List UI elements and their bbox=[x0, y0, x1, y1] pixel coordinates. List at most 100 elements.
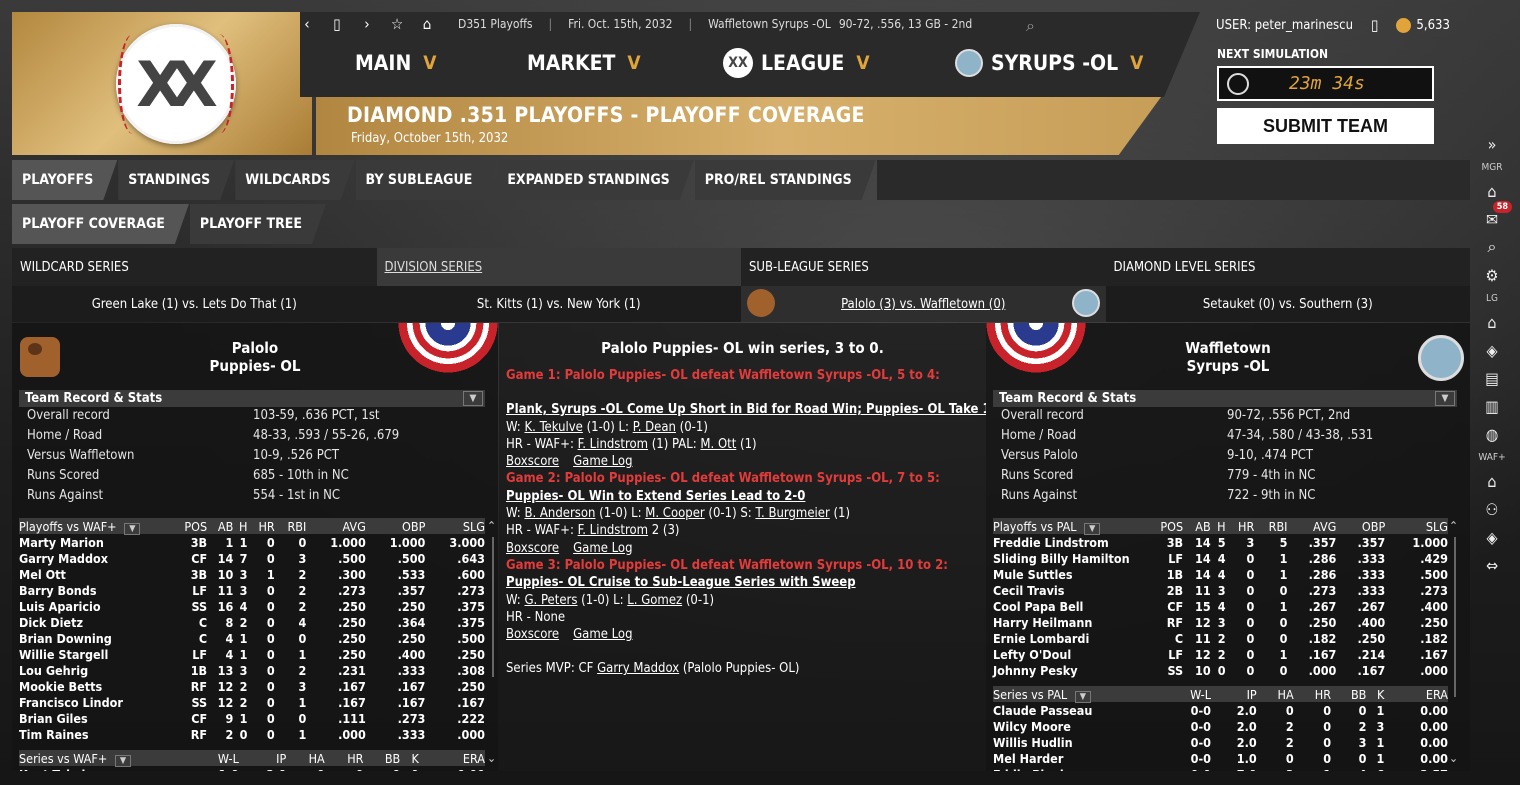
column-header[interactable]: AB bbox=[207, 518, 233, 534]
roster-icon[interactable]: ⚇ bbox=[1480, 497, 1504, 521]
home-run-player-link[interactable]: F. Lindstrom bbox=[578, 523, 648, 538]
player-name[interactable]: Garry Maddox bbox=[19, 550, 169, 566]
column-header[interactable]: HR bbox=[248, 518, 274, 534]
boxscore-link[interactable]: Boxscore bbox=[506, 541, 559, 556]
home-icon[interactable]: ⌂ bbox=[1480, 179, 1504, 203]
game-headline-link[interactable]: Puppies- OL Cruise to Sub-League Series … bbox=[506, 574, 986, 591]
team-location-icon[interactable]: ◈ bbox=[1480, 525, 1504, 549]
winning-pitcher-link[interactable]: B. Anderson bbox=[524, 506, 595, 521]
game-log-link[interactable]: Game Log bbox=[573, 454, 632, 469]
column-header[interactable]: BB bbox=[364, 750, 400, 766]
column-header[interactable]: RBI bbox=[1254, 518, 1288, 534]
menu-main[interactable]: MAIN V bbox=[355, 48, 527, 78]
tab-standings[interactable]: STANDINGS bbox=[118, 160, 234, 200]
column-header[interactable]: OBP bbox=[366, 518, 425, 534]
breadcrumb-team[interactable]: Waffletown Syrups -OL bbox=[708, 17, 831, 31]
table-section-header[interactable]: Series vs PAL ▼ bbox=[993, 686, 1163, 703]
dropdown-icon[interactable]: ▼ bbox=[1435, 391, 1455, 406]
news-icon[interactable]: ▤ bbox=[1480, 366, 1504, 390]
player-name[interactable]: Lou Gehrig bbox=[19, 662, 169, 678]
save-pitcher-link[interactable]: T. Burgmeier bbox=[755, 506, 829, 521]
app-logo[interactable]: XX bbox=[116, 24, 236, 144]
player-name[interactable]: Marty Marion bbox=[19, 534, 169, 550]
player-name[interactable]: Cecil Travis bbox=[993, 582, 1143, 598]
player-name[interactable]: Cool Papa Bell bbox=[993, 598, 1143, 614]
column-header[interactable]: IP bbox=[239, 750, 286, 766]
player-name[interactable]: Ernie Lombardi bbox=[993, 630, 1143, 646]
star-icon[interactable]: ☆ bbox=[390, 15, 404, 33]
player-name[interactable]: Harry Heilmann bbox=[993, 614, 1143, 630]
column-header[interactable]: HR bbox=[1226, 518, 1254, 534]
column-header[interactable]: HA bbox=[286, 750, 325, 766]
player-name[interactable]: Tim Raines bbox=[19, 726, 169, 742]
dropdown-icon[interactable]: ▼ bbox=[1084, 522, 1101, 535]
column-header[interactable]: H bbox=[233, 518, 247, 534]
search-icon[interactable]: ⌕ bbox=[1026, 16, 1044, 35]
mail-icon[interactable]: ✉ 58 bbox=[1480, 201, 1512, 231]
boxscore-link[interactable]: Boxscore bbox=[506, 454, 559, 469]
league-home-icon[interactable]: ⌂ bbox=[1480, 310, 1504, 334]
scroll-up-icon[interactable]: ⌃ bbox=[1449, 519, 1458, 533]
location-icon[interactable]: ◈ bbox=[1480, 338, 1504, 362]
column-header[interactable]: AB bbox=[1183, 518, 1210, 534]
boxscore-link[interactable]: Boxscore bbox=[506, 627, 559, 642]
column-header[interactable]: HA bbox=[1257, 686, 1294, 702]
series-mvp-link[interactable]: Garry Maddox bbox=[597, 661, 679, 676]
dropdown-icon[interactable]: ▼ bbox=[1074, 690, 1091, 703]
tab-pro-rel-standings[interactable]: PRO/REL STANDINGS bbox=[695, 160, 876, 200]
player-name[interactable]: Francisco Lindor bbox=[19, 694, 169, 710]
submit-team-button[interactable]: SUBMIT TEAM bbox=[1217, 108, 1434, 144]
scroll-down-icon[interactable]: ⌄ bbox=[487, 751, 496, 765]
player-name[interactable]: Willie Stargell bbox=[19, 646, 169, 662]
losing-pitcher-link[interactable]: P. Dean bbox=[633, 420, 676, 435]
series-result-diamond[interactable]: Setauket (0) vs. Southern (3) bbox=[1106, 286, 1471, 322]
team-home-icon[interactable]: ⌂ bbox=[1480, 469, 1504, 493]
player-name[interactable]: Wilcy Moore bbox=[993, 718, 1163, 734]
player-name[interactable]: Eddie Plank bbox=[993, 766, 1163, 772]
menu-market[interactable]: MARKET V bbox=[527, 48, 723, 78]
table-section-header[interactable]: Playoffs vs PAL ▼ bbox=[993, 518, 1143, 535]
losing-pitcher-link[interactable]: L. Gomez bbox=[627, 593, 682, 608]
dropdown-icon[interactable]: ▼ bbox=[124, 522, 141, 535]
game-log-link[interactable]: Game Log bbox=[573, 541, 632, 556]
scroll-down-icon[interactable]: ⌄ bbox=[1449, 751, 1458, 765]
transactions-icon[interactable]: ⇔ bbox=[1480, 553, 1504, 577]
forward-arrow-icon[interactable]: › bbox=[360, 15, 374, 33]
player-name[interactable]: Mel Ott bbox=[19, 566, 169, 582]
home-icon[interactable]: ⌂ bbox=[420, 15, 434, 33]
player-name[interactable]: Sliding Billy Hamilton bbox=[993, 550, 1143, 566]
bar-chart-icon[interactable]: ▥ bbox=[1480, 394, 1504, 418]
series-header-diamond[interactable]: DIAMOND LEVEL SERIES bbox=[1106, 248, 1471, 286]
column-header[interactable]: POS bbox=[1143, 518, 1183, 534]
column-header[interactable]: W-L bbox=[189, 750, 239, 766]
expand-icon[interactable]: » bbox=[1480, 132, 1504, 156]
player-name[interactable]: Claude Passeau bbox=[993, 702, 1163, 718]
menu-league[interactable]: XX LEAGUE V bbox=[723, 48, 955, 78]
tab-by-subleague[interactable]: BY SUBLEAGUE bbox=[356, 160, 497, 200]
losing-pitcher-link[interactable]: M. Cooper bbox=[645, 506, 704, 521]
column-header[interactable]: HR bbox=[1294, 686, 1331, 702]
series-header-division[interactable]: DIVISION SERIES bbox=[376, 248, 741, 286]
tab-wildcards[interactable]: WILDCARDS bbox=[235, 160, 354, 200]
series-result-division[interactable]: St. Kitts (1) vs. New York (1) bbox=[377, 286, 742, 322]
player-name[interactable]: Johnny Pesky bbox=[993, 662, 1143, 678]
table-section-header[interactable]: Series vs WAF+ ▼ bbox=[19, 750, 189, 767]
search-icon[interactable]: ⌕ bbox=[1480, 235, 1504, 259]
dropdown-icon[interactable]: ▼ bbox=[463, 391, 483, 406]
game-log-link[interactable]: Game Log bbox=[573, 627, 632, 642]
column-header[interactable]: POS bbox=[169, 518, 207, 534]
dropdown-icon[interactable]: ▼ bbox=[114, 754, 132, 767]
tab-playoff-coverage[interactable]: PLAYOFF COVERAGE bbox=[12, 204, 189, 244]
game-headline-link[interactable]: Plank, Syrups -OL Come Up Short in Bid f… bbox=[506, 401, 986, 418]
column-header[interactable]: ERA bbox=[1384, 686, 1448, 702]
home-run-player-link[interactable]: F. Lindstrom bbox=[578, 437, 648, 452]
player-name[interactable]: Kent Tekulve bbox=[19, 766, 189, 772]
device-icon[interactable]: ▯ bbox=[1371, 16, 1378, 34]
breadcrumb-league[interactable]: D351 Playoffs bbox=[458, 17, 533, 31]
player-name[interactable]: Brian Downing bbox=[19, 630, 169, 646]
column-header[interactable]: AVG bbox=[1287, 518, 1336, 534]
back-arrow-icon[interactable]: ‹ bbox=[300, 15, 314, 33]
player-name[interactable]: Dick Dietz bbox=[19, 614, 169, 630]
scroll-up-icon[interactable]: ⌃ bbox=[487, 519, 496, 533]
column-header[interactable]: SLG bbox=[1385, 518, 1448, 534]
